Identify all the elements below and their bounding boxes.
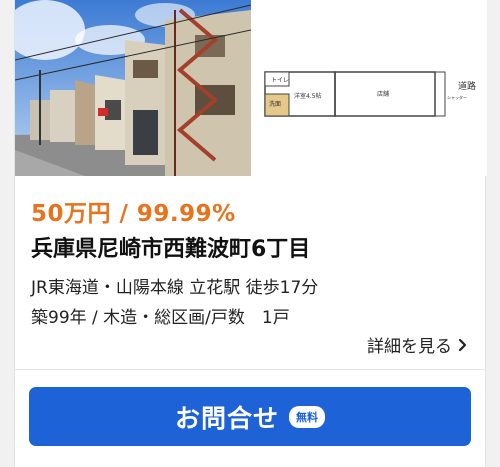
floor-plan-image[interactable]: トイレ 洗面 洋室4.5帖 店舗 道路 シャッター: [251, 0, 487, 176]
floor-plan-label-shutter: シャッター: [447, 94, 467, 100]
inquiry-button[interactable]: お問合せ 無料: [29, 387, 471, 446]
photo-gallery[interactable]: トイレ 洗面 洋室4.5帖 店舗 道路 シャッター: [15, 0, 487, 176]
chevron-right-icon: [458, 338, 467, 351]
free-badge: 無料: [289, 405, 325, 428]
floor-plan-label-toilet: トイレ: [271, 77, 289, 84]
floor-plan-drawing: トイレ 洗面 洋室4.5帖 店舗 道路 シャッター: [264, 71, 476, 117]
card-divider: [15, 369, 485, 370]
property-details: 築99年 / 木造・総区画/戸数 1戸: [31, 308, 290, 328]
floor-plan-label-shop: 店舗: [377, 90, 389, 98]
inquiry-button-label: お問合せ: [174, 403, 279, 433]
property-address: 兵庫県尼崎市西難波町6丁目: [31, 237, 311, 262]
floor-plan-label-road: 道路: [458, 80, 476, 92]
price-and-yield: 50万円 / 99.99%: [31, 201, 236, 227]
station-access: JR東海道・山陽本線 立花駅 徒歩17分: [31, 278, 319, 298]
exterior-photo-image: [15, 0, 251, 176]
floor-plan-label-room: 洋室4.5帖: [294, 92, 322, 100]
exterior-photo[interactable]: [15, 0, 251, 176]
view-details-label: 詳細を見る: [367, 337, 452, 357]
view-details-link[interactable]: 詳細を見る: [367, 332, 467, 357]
listing-card[interactable]: トイレ 洗面 洋室4.5帖 店舗 道路 シャッター 50万円 / 99.99% …: [14, 0, 487, 467]
floor-plan-label-washroom: 洗面: [269, 100, 281, 108]
